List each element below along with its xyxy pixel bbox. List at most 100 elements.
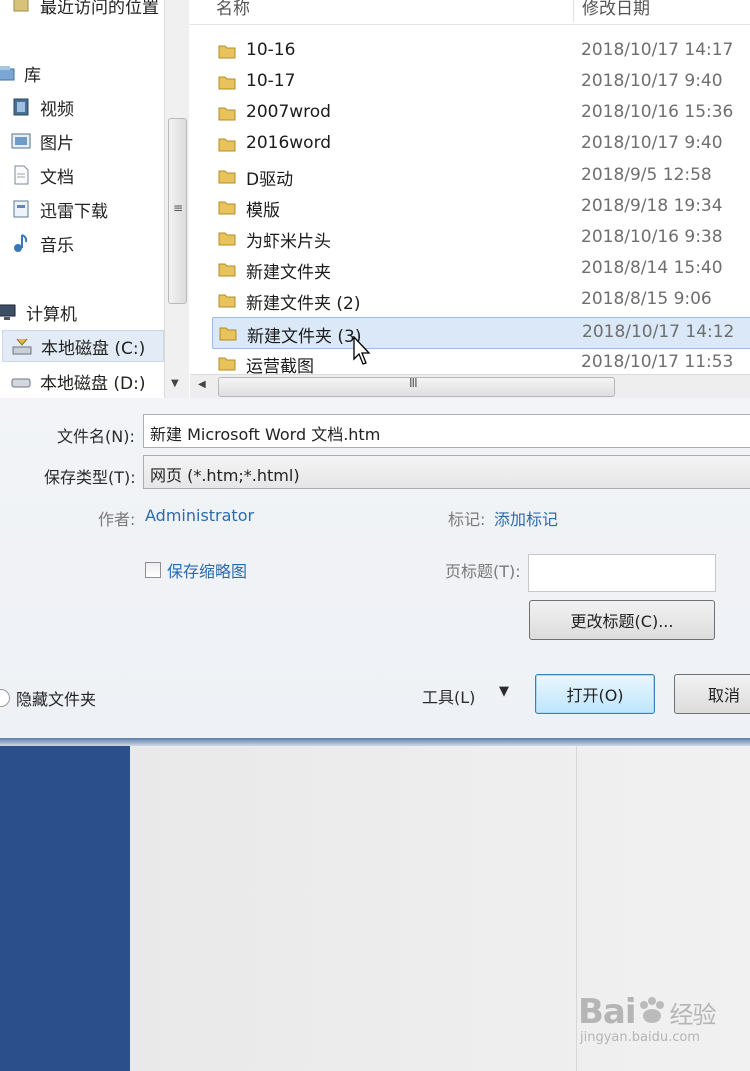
horizontal-scroll-thumb[interactable]: III bbox=[218, 376, 615, 397]
file-date: 2018/10/17 14:12 bbox=[582, 322, 735, 342]
nav-item-pictures[interactable]: 图片 bbox=[10, 126, 74, 156]
open-button[interactable]: 打开(O) bbox=[535, 674, 655, 714]
page-title-label: 页标题(T): bbox=[445, 562, 521, 581]
filename-label: 文件名(N): bbox=[57, 427, 135, 446]
hide-folders-label: 隐藏文件夹 bbox=[16, 690, 97, 709]
nav-item-computer[interactable]: 计算机 bbox=[0, 297, 77, 327]
file-name: 模版 bbox=[246, 201, 280, 221]
tools-button[interactable]: 工具(L) bbox=[422, 684, 475, 708]
collapse-icon bbox=[0, 689, 10, 707]
scroll-down-icon[interactable]: ▼ bbox=[171, 378, 179, 389]
folder-icon bbox=[219, 327, 237, 341]
scroll-left-icon[interactable]: ◀ bbox=[198, 379, 206, 390]
folder-icon bbox=[218, 138, 236, 152]
nav-label: 计算机 bbox=[26, 304, 77, 325]
nav-label: 音乐 bbox=[40, 235, 74, 256]
filetype-select[interactable]: 网页 (*.htm;*.html) bbox=[143, 455, 750, 489]
nav-item-documents[interactable]: 文档 bbox=[10, 160, 74, 190]
page-margin-line bbox=[576, 746, 577, 1071]
folder-icon bbox=[218, 76, 236, 90]
nav-scrollbar[interactable]: ≡ ▼ bbox=[164, 0, 189, 398]
file-date: 2018/9/18 19:34 bbox=[581, 196, 723, 216]
column-date-header[interactable]: 修改日期 bbox=[582, 0, 650, 19]
nav-item-drive-c[interactable]: 本地磁盘 (C:) bbox=[2, 330, 164, 362]
paw-icon bbox=[636, 995, 670, 1025]
nav-label: 文档 bbox=[40, 167, 74, 188]
file-name: 新建文件夹 bbox=[246, 263, 331, 283]
recent-places-icon bbox=[10, 0, 32, 15]
file-name: 新建文件夹 (2) bbox=[246, 294, 361, 314]
music-icon bbox=[10, 233, 32, 253]
file-row[interactable]: 为虾米片头 2018/10/16 9:38 bbox=[212, 223, 750, 253]
nav-label: 视频 bbox=[40, 99, 74, 120]
page-title-input[interactable] bbox=[528, 554, 716, 592]
file-name: 10-17 bbox=[246, 71, 296, 91]
watermark-url: jingyan.baidu.com bbox=[580, 1030, 700, 1045]
navigation-pane[interactable]: 最近访问的位置 库 视频 图片 文档 迅雷下载 音乐 计算机 本地磁盘 (C:)… bbox=[0, 0, 190, 398]
file-row[interactable]: 10-16 2018/10/17 14:17 bbox=[212, 36, 750, 66]
folder-icon bbox=[218, 201, 236, 215]
nav-item-library[interactable]: 库 bbox=[0, 58, 41, 88]
pictures-icon bbox=[10, 131, 32, 151]
file-list[interactable]: 名称 修改日期 10-16 2018/10/17 14:17 10-17 2018/1… bbox=[190, 0, 750, 398]
file-date: 2018/8/15 9:06 bbox=[581, 289, 712, 309]
file-row[interactable]: 2016word 2018/10/17 9:40 bbox=[212, 129, 750, 159]
video-icon bbox=[10, 97, 32, 117]
computer-icon bbox=[0, 302, 18, 322]
horizontal-scrollbar[interactable]: ◀ III bbox=[190, 374, 750, 398]
drive-c-icon bbox=[11, 336, 33, 356]
folder-icon bbox=[218, 263, 236, 277]
nav-item-video[interactable]: 视频 bbox=[10, 92, 74, 122]
filename-input[interactable]: 新建 Microsoft Word 文档.htm bbox=[143, 414, 750, 448]
folder-icon bbox=[218, 107, 236, 121]
nav-item-recent[interactable]: 最近访问的位置 bbox=[10, 0, 159, 20]
folder-icon bbox=[218, 45, 236, 59]
author-label: 作者: bbox=[98, 510, 136, 529]
mouse-cursor-icon bbox=[353, 336, 371, 365]
nav-scroll-thumb[interactable]: ≡ bbox=[168, 118, 187, 304]
author-value[interactable]: Administrator bbox=[145, 506, 254, 525]
file-date: 2018/10/16 15:36 bbox=[581, 102, 734, 122]
nav-item-thunder-download[interactable]: 迅雷下载 bbox=[10, 194, 108, 224]
folder-icon bbox=[218, 170, 236, 184]
file-row[interactable]: 2007wrod 2018/10/16 15:36 bbox=[212, 98, 750, 128]
hide-folders-toggle[interactable]: 隐藏文件夹 bbox=[0, 686, 96, 710]
filetype-label: 保存类型(T): bbox=[44, 468, 136, 487]
download-icon bbox=[10, 199, 32, 219]
nav-label: 本地磁盘 (D:) bbox=[40, 373, 146, 394]
nav-item-music[interactable]: 音乐 bbox=[10, 228, 74, 258]
file-name: D驱动 bbox=[246, 170, 294, 190]
nav-item-drive-d[interactable]: 本地磁盘 (D:) bbox=[10, 366, 146, 396]
folder-icon bbox=[218, 232, 236, 246]
nav-label: 库 bbox=[24, 65, 41, 86]
file-date: 2018/8/14 15:40 bbox=[581, 258, 723, 278]
file-row[interactable]: 新建文件夹 (2) 2018/8/15 9:06 bbox=[212, 285, 750, 315]
library-icon bbox=[0, 63, 16, 83]
file-name: 10-16 bbox=[246, 40, 296, 60]
file-row[interactable]: 模版 2018/9/18 19:34 bbox=[212, 192, 750, 222]
tags-label: 标记: bbox=[448, 510, 486, 529]
cancel-button[interactable]: 取消 bbox=[674, 674, 750, 714]
file-row[interactable]: D驱动 2018/9/5 12:58 bbox=[212, 161, 750, 191]
file-row-selected[interactable]: 新建文件夹 (3) 2018/10/17 14:12 bbox=[212, 317, 750, 349]
file-date: 2018/10/17 9:40 bbox=[581, 133, 723, 153]
nav-label: 本地磁盘 (C:) bbox=[41, 338, 146, 359]
nav-label: 图片 bbox=[40, 133, 74, 154]
file-row[interactable]: 新建文件夹 2018/8/14 15:40 bbox=[212, 254, 750, 284]
folder-icon bbox=[218, 294, 236, 308]
file-name: 新建文件夹 (3) bbox=[247, 327, 362, 347]
change-title-button[interactable]: 更改标题(C)... bbox=[529, 600, 715, 640]
tools-dropdown-icon[interactable]: ▼ bbox=[499, 684, 509, 699]
file-date: 2018/10/17 14:17 bbox=[581, 40, 734, 60]
window-edge bbox=[0, 738, 750, 746]
file-date: 2018/10/17 11:53 bbox=[581, 352, 734, 372]
file-date: 2018/10/16 9:38 bbox=[581, 227, 723, 247]
save-thumbnail-checkbox[interactable] bbox=[145, 562, 161, 578]
drive-d-icon bbox=[10, 371, 32, 391]
column-name-header[interactable]: 名称 bbox=[216, 0, 250, 19]
save-thumbnail-label[interactable]: 保存缩略图 bbox=[167, 558, 247, 582]
add-tags-link[interactable]: 添加标记 bbox=[494, 506, 558, 530]
scroll-grip: III bbox=[409, 376, 418, 390]
file-row[interactable]: 10-17 2018/10/17 9:40 bbox=[212, 67, 750, 97]
ribbon-sidebar bbox=[0, 746, 130, 1071]
